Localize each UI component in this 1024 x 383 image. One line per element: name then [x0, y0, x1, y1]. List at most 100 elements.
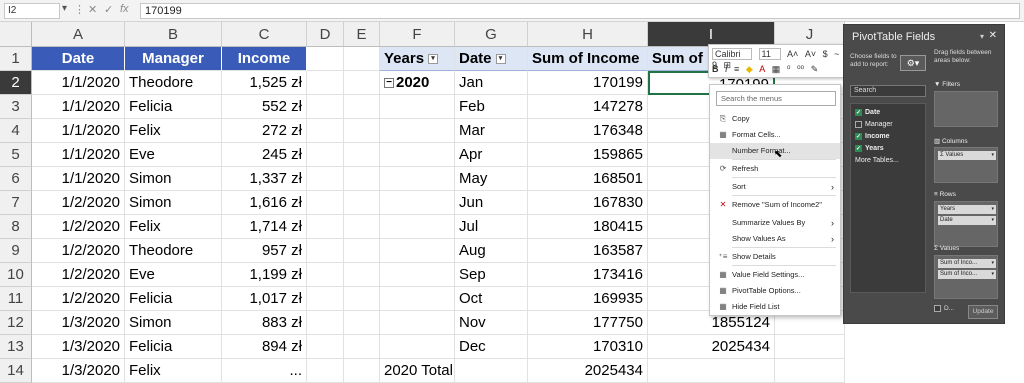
pivot-month-cell[interactable]: Sep [455, 263, 528, 287]
fill-color-icon[interactable]: ◆ [746, 64, 753, 75]
menu-item-remove-sum-of-income2[interactable]: ✕ Remove "Sum of Income2" [710, 197, 840, 213]
pivot-month-cell[interactable]: Jun [455, 191, 528, 215]
cell[interactable] [307, 287, 344, 311]
column-header-h[interactable]: H [528, 22, 648, 47]
insert-function-icon[interactable]: fx [120, 3, 129, 15]
font-size-box[interactable]: 11 [758, 48, 781, 60]
cell[interactable] [307, 71, 344, 95]
pivot-month-cell[interactable]: Apr [455, 143, 528, 167]
source-date-cell[interactable]: 1/1/2020 [32, 71, 125, 95]
cell[interactable] [307, 143, 344, 167]
bold-icon[interactable]: B [712, 64, 719, 74]
menu-item-value-field-settings[interactable]: ▦ Value Field Settings... [710, 267, 840, 283]
cell[interactable] [380, 335, 455, 359]
row-header-3[interactable]: 3 [0, 95, 32, 119]
filters-area[interactable] [934, 91, 998, 127]
source-income-cell[interactable]: 883 zł [222, 311, 307, 335]
cell[interactable] [307, 119, 344, 143]
cell[interactable] [380, 239, 455, 263]
field-income[interactable]: ✓ Income [855, 131, 890, 143]
source-manager-cell[interactable]: Felicia [125, 287, 222, 311]
columns-values-pill[interactable]: Σ Values ▾ [938, 151, 996, 160]
cell[interactable] [307, 95, 344, 119]
row-header-1[interactable]: 1 [0, 47, 32, 71]
cell[interactable] [344, 143, 380, 167]
cancel-icon[interactable]: ✕ [88, 3, 97, 16]
column-header-g[interactable]: G [455, 22, 528, 47]
gear-icon[interactable]: ⚙▾ [900, 55, 926, 71]
row-header-12[interactable]: 12 [0, 311, 32, 335]
cell[interactable] [307, 359, 344, 383]
cell[interactable] [307, 167, 344, 191]
source-manager-cell[interactable]: Felicia [125, 335, 222, 359]
decrease-font-icon[interactable]: A˅ [805, 49, 816, 59]
cell[interactable] [380, 191, 455, 215]
checkbox[interactable]: ✓ [855, 108, 862, 116]
source-manager-cell[interactable]: Theodore [125, 239, 222, 263]
column-header-b[interactable]: B [125, 22, 222, 47]
source-date-cell[interactable]: 1/2/2020 [32, 239, 125, 263]
source-income-cell[interactable]: 1,337 zł [222, 167, 307, 191]
align-icon[interactable]: ≡ [734, 64, 739, 74]
pane-options-icon[interactable]: ▾ [980, 32, 984, 41]
name-box[interactable]: I2 [4, 3, 60, 19]
pivot-sum-income-cell[interactable]: 180415 [528, 215, 648, 239]
menu-search-input[interactable]: Search the menus [716, 91, 836, 106]
pivot-sum-income-cell[interactable]: 163587 [528, 239, 648, 263]
pivot-total-value[interactable]: 2025434 [528, 359, 648, 383]
source-income-cell[interactable]: 1,525 zł [222, 71, 307, 95]
source-income-cell[interactable]: 1,199 zł [222, 263, 307, 287]
cell[interactable] [307, 215, 344, 239]
menu-item-copy[interactable]: ⎘ Copy [710, 111, 840, 127]
source-date-cell[interactable]: 1/1/2020 [32, 167, 125, 191]
cell[interactable] [344, 287, 380, 311]
cell[interactable] [380, 311, 455, 335]
pivot-month-cell[interactable]: Dec [455, 335, 528, 359]
font-name-box[interactable]: Calibri [712, 48, 752, 60]
italic-icon[interactable]: I [725, 64, 728, 74]
source-date-cell[interactable]: 1/2/2020 [32, 215, 125, 239]
cell[interactable] [344, 335, 380, 359]
source-date-cell[interactable]: 1/3/2020 [32, 359, 125, 383]
cell[interactable] [344, 239, 380, 263]
menu-item-pivottable-options[interactable]: ▦ PivotTable Options... [710, 283, 840, 299]
source-manager-cell[interactable]: Eve [125, 143, 222, 167]
source-manager-cell[interactable]: Felix [125, 359, 222, 383]
pivot-sum-income-cell[interactable]: 177750 [528, 311, 648, 335]
cell[interactable] [307, 191, 344, 215]
decrease-decimal-icon[interactable]: ⁰⁰ [797, 64, 804, 75]
cell[interactable] [307, 311, 344, 335]
collapse-icon[interactable]: − [384, 78, 394, 89]
filter-dropdown-icon[interactable]: ▾ [428, 54, 439, 65]
values-sum-income2-pill[interactable]: Sum of Inco... ▾ [938, 270, 996, 279]
source-manager-cell[interactable]: Eve [125, 263, 222, 287]
pivot-sum-income-cell[interactable]: 169935 [528, 287, 648, 311]
source-income-cell[interactable]: 552 zł [222, 95, 307, 119]
cell[interactable] [307, 335, 344, 359]
cell[interactable] [344, 215, 380, 239]
select-all-corner[interactable] [0, 22, 32, 47]
name-box-dropdown-icon[interactable]: ▾ [62, 3, 67, 14]
column-header-a[interactable]: A [32, 22, 125, 47]
cell[interactable] [344, 167, 380, 191]
row-header-13[interactable]: 13 [0, 335, 32, 359]
increase-font-icon[interactable]: A˄ [787, 49, 798, 59]
increase-decimal-icon[interactable]: ⁰ [787, 64, 791, 75]
source-income-cell[interactable]: 894 zł [222, 335, 307, 359]
pivot-header-h[interactable]: Sum of Income [528, 47, 648, 71]
cell[interactable] [344, 71, 380, 95]
cell[interactable] [307, 47, 344, 71]
defer-update-checkbox[interactable]: D... [934, 305, 954, 312]
pivot-sum-income-cell[interactable]: 167830 [528, 191, 648, 215]
font-color-icon[interactable]: A [759, 64, 765, 74]
source-income-cell[interactable]: 1,017 zł [222, 287, 307, 311]
pivot-month-cell[interactable]: Mar [455, 119, 528, 143]
pivot-sum-income-cell[interactable]: 170310 [528, 335, 648, 359]
cell[interactable] [344, 311, 380, 335]
source-date-cell[interactable]: 1/2/2020 [32, 263, 125, 287]
source-manager-cell[interactable]: Felix [125, 119, 222, 143]
source-manager-cell[interactable]: Simon [125, 167, 222, 191]
filter-dropdown-icon[interactable]: ▾ [495, 54, 506, 65]
source-header-income[interactable]: Income [222, 47, 307, 71]
source-date-cell[interactable]: 1/1/2020 [32, 95, 125, 119]
